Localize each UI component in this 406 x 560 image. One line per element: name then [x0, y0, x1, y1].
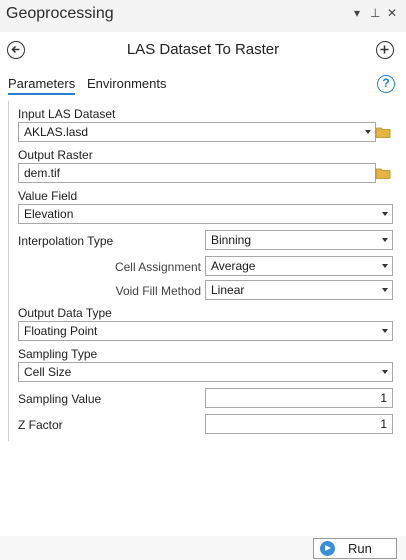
sampling-type-value: Cell Size: [24, 365, 72, 379]
geoprocessing-pane: Geoprocessing ▾ ⊥ ✕ LAS Dataset To Raste…: [0, 0, 406, 560]
pane-menu-icon[interactable]: ▾: [354, 6, 360, 20]
input-las-label: Input LAS Dataset: [18, 107, 116, 121]
help-icon[interactable]: ?: [377, 75, 395, 93]
close-icon[interactable]: ✕: [387, 6, 397, 20]
chevron-down-icon: [382, 329, 388, 333]
sampling-value-input[interactable]: 1: [205, 388, 393, 408]
chevron-down-icon: [382, 212, 388, 216]
output-raster-input[interactable]: dem.tif: [18, 163, 376, 183]
add-button[interactable]: [376, 41, 394, 59]
sampling-type-label: Sampling Type: [18, 347, 98, 361]
input-las-value: AKLAS.lasd: [24, 125, 89, 139]
chevron-down-icon: [382, 370, 388, 374]
input-las-dropdown[interactable]: AKLAS.lasd: [18, 122, 376, 142]
tab-environments[interactable]: Environments: [87, 76, 166, 91]
pane-title-bar: Geoprocessing ▾ ⊥ ✕: [0, 0, 406, 32]
output-raster-value: dem.tif: [24, 166, 61, 180]
run-icon: [320, 541, 335, 556]
z-factor-input[interactable]: 1: [205, 414, 393, 434]
cell-assignment-label: Cell Assignment: [114, 260, 201, 274]
sampling-type-dropdown[interactable]: Cell Size: [18, 362, 393, 382]
folder-icon[interactable]: [375, 125, 391, 139]
chevron-down-icon: [382, 288, 388, 292]
output-data-type-dropdown[interactable]: Floating Point: [18, 321, 393, 341]
chevron-down-icon: [365, 130, 371, 134]
value-field-dropdown[interactable]: Elevation: [18, 204, 393, 224]
tool-title: LAS Dataset To Raster: [126, 41, 280, 58]
sampling-value-label: Sampling Value: [18, 392, 102, 406]
value-field-value: Elevation: [24, 207, 74, 221]
parameters-panel: Input LAS Dataset AKLAS.lasd Output Rast…: [8, 101, 403, 441]
interpolation-type-value: Binning: [211, 233, 252, 247]
folder-icon[interactable]: [375, 166, 391, 180]
output-data-type-label: Output Data Type: [18, 306, 112, 320]
run-label: Run: [348, 541, 372, 556]
output-data-type-value: Floating Point: [24, 324, 98, 338]
z-factor-label: Z Factor: [18, 418, 63, 432]
value-field-label: Value Field: [18, 189, 78, 203]
back-arrow-icon: [11, 45, 20, 54]
cell-assignment-value: Average: [211, 259, 256, 273]
chevron-down-icon: [382, 264, 388, 268]
output-raster-label: Output Raster: [18, 148, 93, 162]
tab-parameters[interactable]: Parameters: [8, 76, 76, 95]
void-fill-value: Linear: [211, 283, 245, 297]
run-button[interactable]: Run: [313, 538, 397, 559]
interpolation-type-label: Interpolation Type: [18, 234, 114, 248]
plus-icon: [380, 45, 389, 54]
bottom-bar: Run: [0, 536, 406, 560]
pin-icon[interactable]: ⊥: [370, 6, 380, 20]
tab-bar: Parameters Environments ?: [0, 72, 406, 98]
interpolation-type-dropdown[interactable]: Binning: [205, 230, 393, 250]
cell-assignment-dropdown[interactable]: Average: [205, 256, 393, 276]
tool-header: LAS Dataset To Raster: [0, 36, 406, 64]
chevron-down-icon: [382, 238, 388, 242]
pane-title: Geoprocessing: [6, 5, 114, 22]
void-fill-label: Void Fill Method: [115, 284, 201, 298]
back-button[interactable]: [7, 41, 25, 59]
void-fill-dropdown[interactable]: Linear: [205, 280, 393, 300]
